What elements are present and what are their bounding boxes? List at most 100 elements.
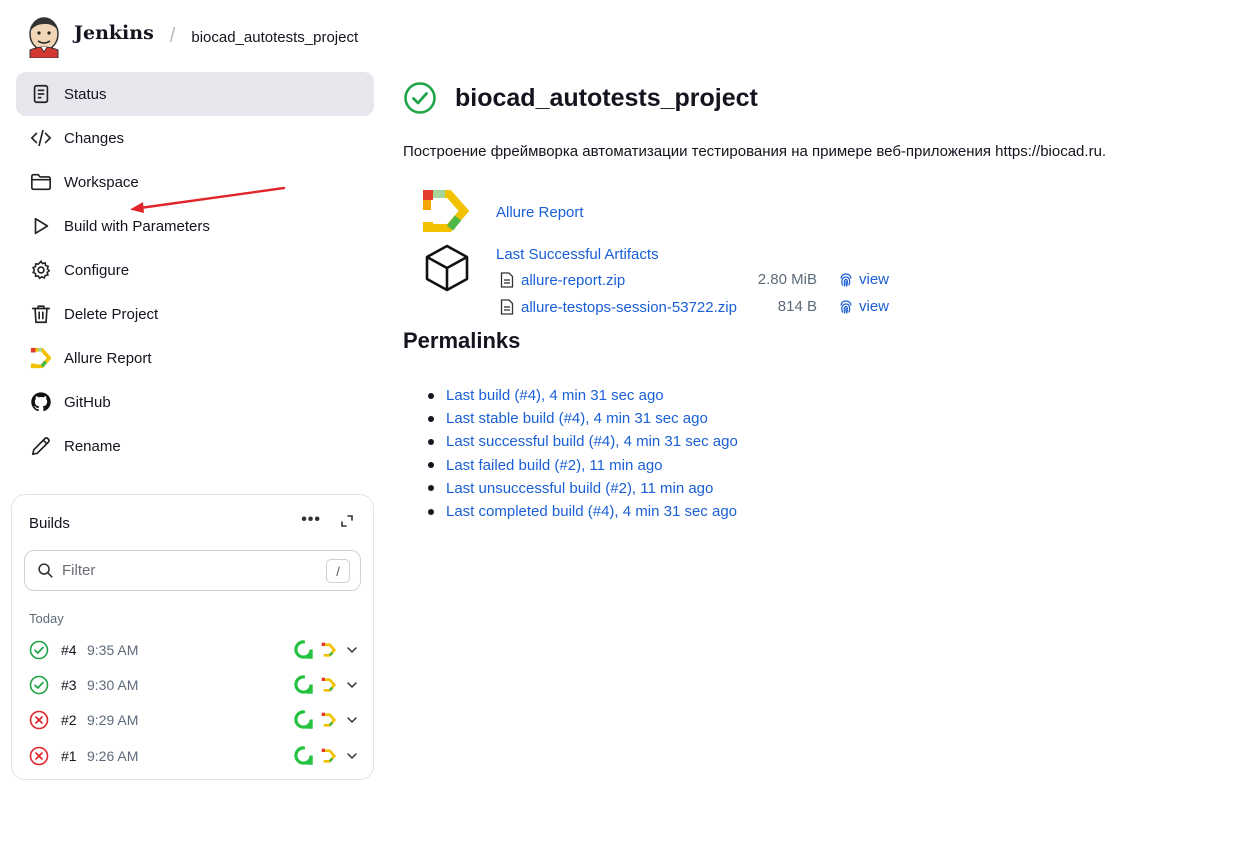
list-item: Last failed build (#2), 11 min ago <box>428 454 738 477</box>
build-number[interactable]: #1 <box>61 748 87 764</box>
build-tools <box>286 710 359 729</box>
builds-panel: Builds ••• / Today #4 9:35 AM #3 9:30 AM… <box>11 494 374 780</box>
build-tools <box>286 675 359 694</box>
allure-logo-icon[interactable] <box>421 188 471 234</box>
trash-icon <box>30 303 52 325</box>
breadcrumb-project[interactable]: biocad_autotests_project <box>191 29 358 46</box>
sidebar-item-label: Rename <box>64 437 121 455</box>
chevron-down-icon[interactable] <box>345 643 359 657</box>
success-status-icon <box>404 82 436 114</box>
sidebar: Status Changes Workspace Build with Para… <box>16 72 374 468</box>
build-time: 9:26 AM <box>87 748 139 764</box>
list-item: Last stable build (#4), 4 min 31 sec ago <box>428 407 738 430</box>
chevron-down-icon[interactable] <box>345 749 359 763</box>
fingerprint-icon <box>840 272 852 287</box>
chevron-down-icon[interactable] <box>345 713 359 727</box>
list-item: Last build (#4), 4 min 31 sec ago <box>428 384 738 407</box>
sidebar-item-label: Build with Parameters <box>64 217 210 235</box>
artifact-size: 814 B <box>777 298 817 315</box>
sidebar-item-delete-project[interactable]: Delete Project <box>16 292 374 336</box>
play-icon <box>30 215 52 237</box>
allure-icon[interactable] <box>321 642 337 658</box>
annotation-arrow <box>130 186 286 213</box>
build-time: 9:30 AM <box>87 677 139 693</box>
success-status-icon <box>29 640 49 660</box>
build-time: 9:29 AM <box>87 712 139 728</box>
build-row[interactable]: #1 9:26 AM <box>29 741 359 771</box>
testops-icon[interactable] <box>294 675 313 694</box>
permalink-last-build[interactable]: Last build (#4), 4 min 31 sec ago <box>446 387 664 404</box>
permalink-last-successful-build[interactable]: Last successful build (#4), 4 min 31 sec… <box>446 433 738 450</box>
testops-icon[interactable] <box>294 710 313 729</box>
view-link[interactable]: view <box>859 298 889 315</box>
page-title: biocad_autotests_project <box>455 83 758 112</box>
artifact-link[interactable]: allure-report.zip <box>521 272 625 289</box>
build-number[interactable]: #3 <box>61 677 87 693</box>
success-status-icon <box>29 675 49 695</box>
sidebar-item-configure[interactable]: Configure <box>16 248 374 292</box>
search-icon <box>38 563 53 578</box>
allure-icon[interactable] <box>321 712 337 728</box>
gear-icon <box>30 259 52 281</box>
sidebar-item-label: GitHub <box>64 393 111 411</box>
breadcrumb-separator: / <box>169 24 176 47</box>
more-options-icon[interactable]: ••• <box>301 511 321 529</box>
chevron-down-icon[interactable] <box>345 678 359 692</box>
sidebar-item-changes[interactable]: Changes <box>16 116 374 160</box>
expand-icon[interactable] <box>339 513 355 529</box>
permalink-last-completed-build[interactable]: Last completed build (#4), 4 min 31 sec … <box>446 503 737 520</box>
permalink-last-unsuccessful-build[interactable]: Last unsuccessful build (#2), 11 min ago <box>446 480 713 497</box>
build-row[interactable]: #2 9:29 AM <box>29 705 359 735</box>
permalink-last-stable-build[interactable]: Last stable build (#4), 4 min 31 sec ago <box>446 410 708 427</box>
package-icon <box>425 244 469 292</box>
list-item: Last unsuccessful build (#2), 11 min ago <box>428 477 738 500</box>
failed-status-icon <box>29 710 49 730</box>
sidebar-item-rename[interactable]: Rename <box>16 424 374 468</box>
shortcut-key-badge: / <box>326 559 350 583</box>
builds-title: Builds <box>29 515 70 532</box>
folder-icon <box>30 171 52 193</box>
artifact-size: 2.80 MiB <box>757 271 817 288</box>
build-row[interactable]: #3 9:30 AM <box>29 670 359 700</box>
allure-icon[interactable] <box>321 748 337 764</box>
code-icon <box>30 127 52 149</box>
view-link[interactable]: view <box>859 271 889 288</box>
builds-filter[interactable]: / <box>24 550 361 591</box>
permalink-last-failed-build[interactable]: Last failed build (#2), 11 min ago <box>446 457 663 474</box>
github-icon <box>30 391 52 413</box>
artifact-row: allure-testops-session-53722.zip <box>500 296 737 318</box>
build-time: 9:35 AM <box>87 642 139 658</box>
allure-report-link[interactable]: Allure Report <box>496 204 584 221</box>
sidebar-item-label: Changes <box>64 129 125 147</box>
build-tools <box>286 746 359 765</box>
failed-status-icon <box>29 746 49 766</box>
pencil-icon <box>30 435 52 457</box>
sidebar-item-github[interactable]: GitHub <box>16 380 374 424</box>
artifact-view-button[interactable]: view <box>838 271 889 288</box>
build-number[interactable]: #4 <box>61 642 87 658</box>
document-icon <box>30 83 52 105</box>
allure-icon[interactable] <box>321 677 337 693</box>
build-number[interactable]: #2 <box>61 712 87 728</box>
sidebar-item-allure-report[interactable]: Allure Report <box>16 336 374 380</box>
file-icon <box>500 272 514 288</box>
sidebar-item-label: Delete Project <box>64 305 159 323</box>
sidebar-item-status[interactable]: Status <box>16 72 374 116</box>
last-successful-artifacts-link[interactable]: Last Successful Artifacts <box>496 246 659 263</box>
testops-icon[interactable] <box>294 640 313 659</box>
brand-name[interactable]: Jenkins <box>74 22 154 44</box>
artifact-link[interactable]: allure-testops-session-53722.zip <box>521 299 737 316</box>
sidebar-item-label: Configure <box>64 261 130 279</box>
allure-icon <box>30 347 52 369</box>
jenkins-logo-icon[interactable] <box>24 14 64 58</box>
artifact-row: allure-report.zip <box>500 269 625 291</box>
permalinks-heading: Permalinks <box>403 328 521 353</box>
page-header: Jenkins / biocad_autotests_project <box>24 12 358 60</box>
filter-input[interactable] <box>62 562 312 579</box>
build-row[interactable]: #4 9:35 AM <box>29 635 359 665</box>
testops-icon[interactable] <box>294 746 313 765</box>
sidebar-item-label: Allure Report <box>64 349 152 367</box>
title-row: biocad_autotests_project <box>403 80 1203 116</box>
artifact-view-button[interactable]: view <box>838 298 889 315</box>
builds-group-label: Today <box>29 611 64 626</box>
